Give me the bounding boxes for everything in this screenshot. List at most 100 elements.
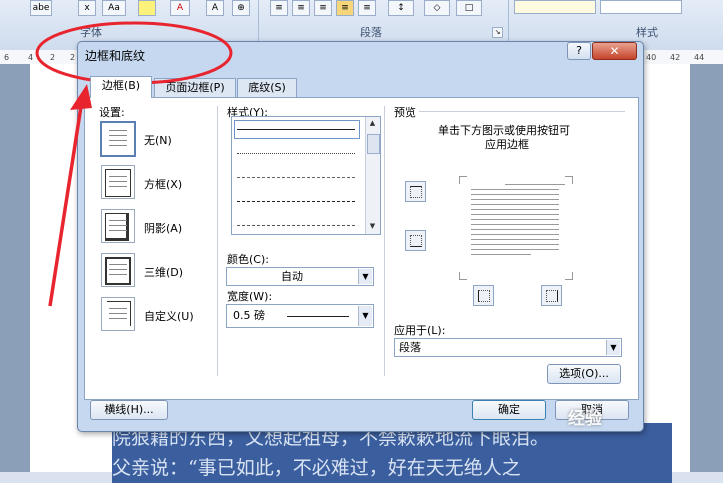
selected-text-line[interactable]: 父亲说：“事已如此，不必难过，好在天无绝人之 [112,453,672,483]
ruler-tick: 42 [670,53,681,62]
preview-line [471,224,559,225]
line-spacing-icon[interactable]: ↕ [388,0,414,16]
help-button[interactable]: ? [567,42,591,60]
right-border-icon [546,290,558,302]
char-border-button[interactable]: A [206,0,224,16]
preview-line [471,229,559,230]
left-border-icon [478,290,490,302]
ok-button[interactable]: 确定 [472,400,546,420]
strikethrough-button[interactable]: abe [30,0,52,16]
apply-to-value: 段落 [399,341,421,354]
scroll-down-icon[interactable]: ▼ [368,222,377,231]
top-border-button[interactable] [405,181,426,202]
style-gallery-item[interactable] [600,0,682,14]
ruler-tick: 2 [70,53,76,62]
preview-line [471,244,559,245]
preview-line [471,199,559,200]
ruler-tick: 40 [646,53,657,62]
enclose-char-icon[interactable]: ⊕ [232,0,250,16]
distribute-icon[interactable]: ≡ [358,0,376,16]
apply-to-label: 应用于(L): [394,324,446,337]
bottom-border-icon [410,235,422,247]
bottom-border-button[interactable] [405,230,426,251]
line-style-dashed[interactable] [237,201,355,202]
line-style-solid[interactable] [237,129,355,130]
group-label-font: 字体 [80,26,102,39]
align-right-icon[interactable]: ≡ [314,0,332,16]
setting-box-icon[interactable] [101,165,135,199]
paragraph-launcher-icon[interactable]: ↘ [492,27,503,38]
borders-icon[interactable]: □ [456,0,482,16]
change-case-button[interactable]: Aa [102,0,126,16]
tab-borders[interactable]: 边框(B) [90,76,152,98]
chevron-down-icon[interactable]: ▼ [606,340,620,355]
font-color-button[interactable]: A [170,0,190,16]
setting-3d-label[interactable]: 三维(D) [144,264,183,280]
horizontal-line-button[interactable]: 横线(H)... [90,400,168,420]
shading-icon[interactable]: ◇ [424,0,450,16]
borders-panel: 设置: 无(N) 方框(X) 阴影(A) 三维(D) 自定义(U) 样式(Y): [84,97,639,400]
align-center-icon[interactable]: ≡ [292,0,310,16]
right-border-button[interactable] [541,285,562,306]
preview-line [471,194,559,195]
watermark: 经验 [568,409,602,429]
chevron-down-icon[interactable]: ▼ [358,269,372,284]
ruler-tick: 44 [694,53,705,62]
divider [217,106,218,376]
color-select[interactable]: 自动 ▼ [226,267,374,286]
setting-shadow-icon[interactable] [101,209,135,243]
color-value: 自动 [281,270,303,283]
style-list-scrollbar[interactable]: ▲ ▼ [365,117,380,234]
setting-shadow-label[interactable]: 阴影(A) [144,220,182,236]
setting-custom-icon[interactable] [101,297,135,331]
close-button[interactable]: ✕ [592,42,637,60]
scroll-up-icon[interactable]: ▲ [368,119,377,128]
preview-line [471,219,559,220]
scroll-thumb[interactable] [367,134,380,154]
setting-none-icon[interactable] [100,121,136,157]
width-value: 0.5 磅 [233,309,265,322]
setting-label: 设置: [99,106,125,119]
preview-line [471,249,559,250]
setting-custom-label[interactable]: 自定义(U) [144,308,194,324]
setting-3d-icon[interactable] [101,253,135,287]
group-label-paragraph: 段落 [360,26,382,39]
highlight-icon[interactable] [138,0,156,16]
width-label: 宽度(W): [227,290,273,303]
line-style-list[interactable]: ▲ ▼ [231,116,381,235]
preview-rule [419,111,625,112]
preview-label: 预览 [394,106,416,119]
ruler-tick: 4 [28,53,34,62]
divider [384,106,385,376]
ruler-tick: 2 [50,53,56,62]
line-style-dotted[interactable] [237,153,355,154]
preview-line [471,234,559,235]
options-button[interactable]: 选项(O)... [547,364,621,384]
chevron-down-icon[interactable]: ▼ [358,306,372,326]
preview-line [471,239,559,240]
setting-none-label[interactable]: 无(N) [144,132,172,148]
width-select[interactable]: 0.5 磅 ▼ [226,304,374,328]
preview-line [471,209,559,210]
subscript-button[interactable]: x [78,0,96,16]
color-label: 颜色(C): [227,253,269,266]
top-border-icon [410,186,422,198]
borders-shading-dialog: 边框和底纹 ? ✕ 边框(B) 页面边框(P) 底纹(S) 设置: 无(N) 方… [77,41,644,432]
justify-icon[interactable]: ≡ [336,0,354,16]
preview-line [505,184,565,185]
preview-line [471,214,559,215]
group-separator [258,0,259,42]
setting-box-label[interactable]: 方框(X) [144,176,182,192]
tab-page-border[interactable]: 页面边框(P) [154,78,236,97]
group-label-styles: 样式 [636,26,658,39]
line-style-fine-dash[interactable] [237,177,355,178]
preview-box[interactable] [459,176,573,280]
left-border-button[interactable] [473,285,494,306]
apply-to-select[interactable]: 段落 ▼ [394,338,622,357]
align-left-icon[interactable]: ≡ [270,0,288,16]
line-style-dash-dot[interactable] [237,225,355,226]
dialog-title: 边框和底纹 [85,49,146,63]
style-gallery[interactable] [514,0,596,14]
width-line-sample [287,316,349,317]
tab-shading[interactable]: 底纹(S) [237,78,297,97]
